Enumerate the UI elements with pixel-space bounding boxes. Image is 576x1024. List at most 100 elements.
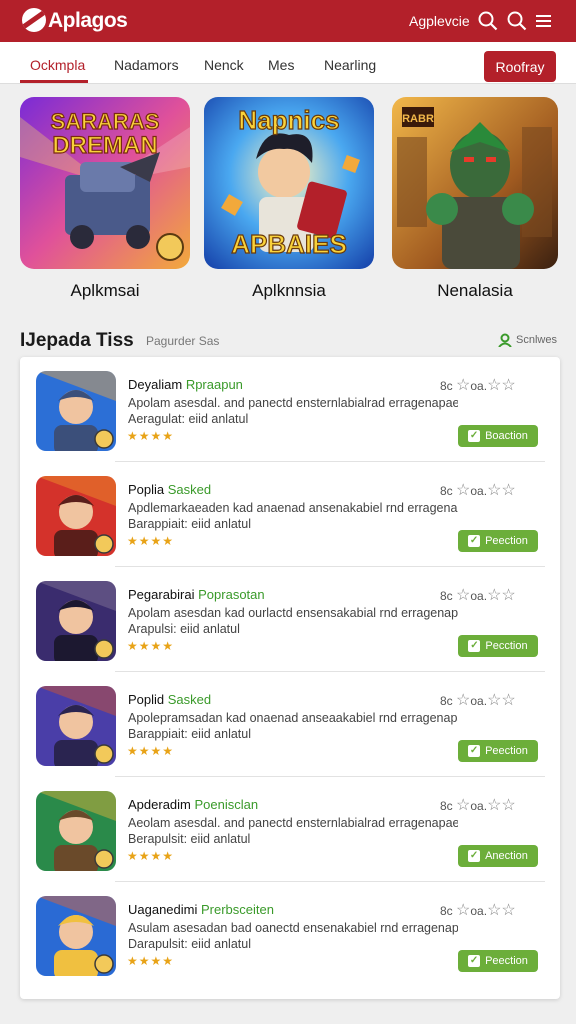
star-rating-icon: ★★★★ bbox=[127, 429, 175, 443]
action-button-label: Pecction bbox=[485, 640, 528, 652]
list-item[interactable]: Pegarabirai Poprasotan Apolam asesdan kad… bbox=[20, 567, 560, 672]
action-button[interactable]: ✓ Peection bbox=[458, 950, 538, 972]
rating-number: 8c bbox=[440, 379, 453, 393]
list-item[interactable]: Poplia Sasked Apdlemarkaeaden kad anaenad… bbox=[20, 462, 560, 567]
app-title[interactable]: Deyaliam Rpraapun bbox=[128, 377, 243, 392]
rating-number: 8c bbox=[440, 694, 453, 708]
star-rating-icon: ★★★★ bbox=[127, 954, 175, 968]
star-rating-icon: ★★★★ bbox=[127, 534, 175, 548]
app-title[interactable]: Apderadim Poenisclan bbox=[128, 797, 258, 812]
top-bar: Aplagos Agplevcie bbox=[0, 0, 576, 42]
app-description: Apolam asesdal. and panectd ensternlabia… bbox=[128, 396, 458, 410]
app-description: Apolepramsadan kad onaenad anseaakabiel … bbox=[128, 711, 458, 725]
tab-nadamors[interactable]: Nadamors bbox=[114, 57, 179, 73]
check-icon: ✓ bbox=[468, 955, 481, 967]
featured-title-1[interactable]: Aplkmsai bbox=[20, 281, 190, 301]
app-icon[interactable] bbox=[36, 581, 116, 661]
app-meta: Darapulsit: eiid anlatul bbox=[128, 937, 251, 951]
check-icon: ✓ bbox=[468, 850, 481, 862]
star-rating-icon: ★★★★ bbox=[127, 639, 175, 653]
brand-title[interactable]: Aplagos bbox=[48, 9, 128, 33]
featured-title-2[interactable]: Aplknnsia bbox=[204, 281, 374, 301]
rating-display: 8c ☆oa.☆☆ bbox=[440, 480, 516, 500]
rating-display: 8c ☆oa.☆☆ bbox=[440, 900, 516, 920]
check-icon: ✓ bbox=[468, 535, 481, 547]
tab-nearling[interactable]: Nearling bbox=[324, 57, 376, 73]
star-outline-icon: ☆ bbox=[456, 902, 471, 919]
search-icon-secondary[interactable] bbox=[506, 10, 528, 32]
rating-text: oa. bbox=[470, 379, 488, 393]
app-title-accent: Prerbsceiten bbox=[201, 902, 274, 917]
list-item[interactable]: Poplid Sasked Apolepramsadan kad onaenad … bbox=[20, 672, 560, 777]
app-meta: Barappiait: eiid anlatul bbox=[128, 727, 251, 741]
app-title-accent: Poenisclan bbox=[194, 797, 259, 812]
rating-text: oa. bbox=[470, 799, 488, 813]
action-button[interactable]: ✓ Peection bbox=[458, 740, 538, 762]
app-icon[interactable] bbox=[36, 371, 116, 451]
app-title-main: Pegarabirai bbox=[128, 587, 195, 602]
featured-card-1[interactable]: SARARAS DREMAN bbox=[20, 97, 190, 269]
featured-art-3-sign: RABR bbox=[402, 113, 434, 125]
rating-number: 8c bbox=[440, 904, 453, 918]
list-item[interactable]: Uaganedimi Prerbsceiten Asulam asesadan b… bbox=[20, 882, 560, 987]
featured-art-2-line1: Napnics bbox=[238, 105, 339, 135]
app-title-main: Apderadim bbox=[128, 797, 191, 812]
app-title-main: Deyaliam bbox=[128, 377, 183, 392]
app-title[interactable]: Poplia Sasked bbox=[128, 482, 211, 497]
header-link[interactable]: Agplevcie bbox=[409, 13, 470, 29]
star-outline-icon: ☆☆ bbox=[487, 692, 516, 709]
app-title-accent: Sasked bbox=[167, 482, 212, 497]
rating-text: oa. bbox=[470, 484, 488, 498]
app-description: Asulam asesadan bad oanectd ensenakabiel… bbox=[128, 921, 458, 935]
star-outline-icon: ☆☆ bbox=[487, 482, 516, 499]
app-meta: Arapulsi: eiid anlatul bbox=[128, 622, 240, 636]
action-button[interactable]: ✓ Pecction bbox=[458, 635, 538, 657]
logo-icon[interactable] bbox=[22, 8, 46, 32]
tab-mes[interactable]: Mes bbox=[268, 57, 294, 73]
action-button[interactable]: ✓ Anection bbox=[458, 845, 538, 867]
app-icon[interactable] bbox=[36, 896, 116, 976]
menu-icon[interactable] bbox=[533, 10, 555, 32]
list-item[interactable]: Deyaliam Rpraapun Apolam asesdal. and pan… bbox=[20, 357, 560, 462]
action-button-label: Peection bbox=[485, 535, 528, 547]
action-button-label: Peection bbox=[485, 955, 528, 967]
app-title[interactable]: Uaganedimi Prerbsceiten bbox=[128, 902, 274, 917]
search-icon[interactable] bbox=[477, 10, 499, 32]
rating-number: 8c bbox=[440, 799, 453, 813]
tab-ockmpla[interactable]: Ockmpla bbox=[30, 57, 85, 73]
tab-nenck[interactable]: Nenck bbox=[204, 57, 244, 73]
person-icon bbox=[498, 333, 512, 347]
action-button[interactable]: ✓ Boaction bbox=[458, 425, 538, 447]
featured-art-1: SARARAS DREMAN bbox=[20, 97, 190, 269]
app-title-accent: Poprasotan bbox=[198, 587, 265, 602]
ready-button[interactable]: Roofray bbox=[484, 51, 556, 82]
rating-number: 8c bbox=[440, 589, 453, 603]
app-icon[interactable] bbox=[36, 476, 116, 556]
action-button-label: Peection bbox=[485, 745, 528, 757]
featured-art-1-line2: DREMAN bbox=[52, 132, 157, 159]
app-description: Apolam asesdan kad ourlactd ensensakabia… bbox=[128, 606, 458, 620]
action-button[interactable]: ✓ Peection bbox=[458, 530, 538, 552]
app-icon[interactable] bbox=[36, 791, 116, 871]
active-tab-indicator bbox=[20, 80, 88, 83]
list-item[interactable]: Apderadim Poenisclan Aeolam asesdal. and … bbox=[20, 777, 560, 882]
featured-card-2[interactable]: Napnics APBAIES bbox=[204, 97, 374, 269]
featured-art-1-line1: SARARAS bbox=[51, 109, 160, 134]
star-outline-icon: ☆ bbox=[456, 482, 471, 499]
app-title[interactable]: Pegarabirai Poprasotan bbox=[128, 587, 265, 602]
rating-text: oa. bbox=[470, 694, 488, 708]
star-rating-icon: ★★★★ bbox=[127, 849, 175, 863]
app-title[interactable]: Poplid Sasked bbox=[128, 692, 211, 707]
featured-title-3[interactable]: Nenalasia bbox=[390, 281, 560, 301]
app-meta: Berapulsit: eiid anlatul bbox=[128, 832, 251, 846]
rating-display: 8c ☆oa.☆☆ bbox=[440, 585, 516, 605]
app-title-main: Uaganedimi bbox=[128, 902, 198, 917]
check-icon: ✓ bbox=[468, 430, 481, 442]
check-icon: ✓ bbox=[468, 640, 481, 652]
section-right-link[interactable]: Scnlwes bbox=[498, 333, 557, 347]
featured-card-3[interactable]: RABR bbox=[392, 97, 558, 269]
star-outline-icon: ☆☆ bbox=[487, 377, 516, 394]
app-icon[interactable] bbox=[36, 686, 116, 766]
rating-display: 8c ☆oa.☆☆ bbox=[440, 795, 516, 815]
app-title-main: Poplid bbox=[128, 692, 165, 707]
